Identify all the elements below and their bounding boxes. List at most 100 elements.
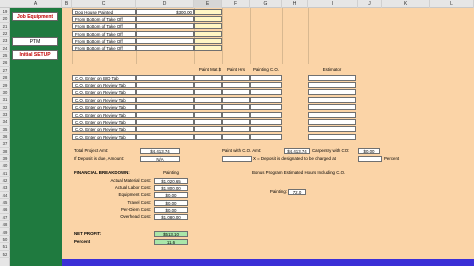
co-paint-mat-cell[interactable]	[194, 126, 222, 133]
co-amount-cell[interactable]	[136, 133, 194, 140]
row-number[interactable]: 23	[0, 37, 10, 45]
co-painting-cell[interactable]	[250, 82, 282, 89]
selected-column-cell[interactable]	[194, 30, 222, 37]
col-header-h[interactable]: H	[282, 0, 308, 8]
col-header-k[interactable]: K	[382, 0, 430, 8]
row-number[interactable]: 31	[0, 96, 10, 104]
co-estimator-cell[interactable]	[308, 89, 356, 96]
row-number[interactable]: 45	[0, 199, 10, 207]
item-label-cell[interactable]: From Bottom of Take Off	[72, 38, 136, 44]
deposit-percent-value[interactable]	[358, 155, 382, 162]
selected-column-cell[interactable]	[194, 23, 222, 30]
col-header-b[interactable]: B	[62, 0, 72, 8]
col-header-j[interactable]: J	[358, 0, 382, 8]
co-paint-hrs-cell[interactable]	[222, 82, 250, 89]
selected-column-cell[interactable]	[194, 8, 222, 15]
co-painting-cell[interactable]	[250, 104, 282, 111]
co-label-cell[interactable]: C.O. Enter on Review Tab	[72, 89, 136, 96]
paint-with-co-value[interactable]: $4,413.74	[284, 148, 310, 155]
col-header-e[interactable]: E	[194, 0, 222, 8]
col-header-i[interactable]: I	[308, 0, 358, 8]
row-number[interactable]: 27	[0, 67, 10, 75]
co-painting-cell[interactable]	[250, 133, 282, 140]
row-number[interactable]: 49	[0, 229, 10, 236]
row-number[interactable]: 21	[0, 23, 10, 31]
net-profit-value[interactable]: $513.10	[154, 230, 188, 237]
co-paint-hrs-cell[interactable]	[222, 89, 250, 96]
item-label-cell[interactable]: From Bottom of Take Off	[72, 45, 136, 52]
co-label-cell[interactable]: C.O. Enter on Review Tab	[72, 118, 136, 125]
co-amount-cell[interactable]	[136, 104, 194, 111]
col-header-c[interactable]: C	[72, 0, 136, 8]
co-painting-cell[interactable]	[250, 118, 282, 125]
co-paint-mat-cell[interactable]	[194, 74, 222, 81]
co-paint-hrs-cell[interactable]	[222, 111, 250, 118]
item-label-cell[interactable]: From Bottom of Take Off	[72, 30, 136, 37]
row-number[interactable]: 48	[0, 221, 10, 229]
financial-row-value[interactable]: $1,080.00	[154, 214, 188, 221]
row-number[interactable]: 43	[0, 184, 10, 192]
co-paint-mat-cell[interactable]	[194, 104, 222, 111]
co-amount-cell[interactable]	[136, 111, 194, 118]
co-paint-hrs-cell[interactable]	[222, 126, 250, 133]
row-number[interactable]: 37	[0, 140, 10, 148]
co-estimator-cell[interactable]	[308, 118, 356, 125]
row-number[interactable]: 25	[0, 52, 10, 60]
item-value-cell[interactable]	[136, 15, 194, 22]
col-header-g[interactable]: G	[250, 0, 282, 8]
co-label-cell[interactable]: C.O. Enter on Review Tab	[72, 96, 136, 103]
co-paint-hrs-cell[interactable]	[222, 104, 250, 111]
co-paint-mat-cell[interactable]	[194, 118, 222, 125]
co-label-cell[interactable]: C.O. Enter on Review Tab	[72, 133, 136, 140]
row-number[interactable]: 36	[0, 133, 10, 141]
item-value-cell[interactable]	[136, 45, 194, 52]
row-number[interactable]: 39	[0, 155, 10, 163]
row-number[interactable]: 47	[0, 214, 10, 222]
co-amount-cell[interactable]	[136, 89, 194, 96]
co-label-cell[interactable]: C.O. Enter on BID Tab	[72, 74, 136, 81]
co-estimator-cell[interactable]	[308, 96, 356, 103]
row-number[interactable]: 20	[0, 15, 10, 23]
co-estimator-cell[interactable]	[308, 82, 356, 89]
col-header-f[interactable]: F	[222, 0, 250, 8]
row-number[interactable]: 38	[0, 148, 10, 155]
co-amount-cell[interactable]	[136, 74, 194, 81]
net-profit-percent-value[interactable]: 11.6	[154, 239, 188, 246]
co-painting-cell[interactable]	[250, 96, 282, 103]
co-paint-hrs-cell[interactable]	[222, 96, 250, 103]
co-estimator-cell[interactable]	[308, 104, 356, 111]
item-value-cell[interactable]	[136, 30, 194, 37]
co-estimator-cell[interactable]	[308, 126, 356, 133]
item-label-cell[interactable]: From Bottom of Take Off	[72, 15, 136, 22]
co-paint-mat-cell[interactable]	[194, 133, 222, 140]
co-amount-cell[interactable]	[136, 82, 194, 89]
co-label-cell[interactable]: C.O. Enter on Review Tab	[72, 126, 136, 133]
co-paint-hrs-cell[interactable]	[222, 74, 250, 81]
row-number[interactable]: 33	[0, 111, 10, 119]
total-project-value[interactable]: $4,413.74	[140, 148, 180, 155]
col-header-l[interactable]: L	[430, 0, 474, 8]
co-amount-cell[interactable]	[136, 96, 194, 103]
co-label-cell[interactable]: C.O. Enter on Review Tab	[72, 82, 136, 89]
col-header-d[interactable]: D	[136, 0, 194, 8]
row-number[interactable]: 44	[0, 192, 10, 200]
financial-row-value[interactable]: $0.00	[154, 192, 188, 199]
deposit-value[interactable]: N/A	[140, 155, 180, 162]
financial-row-value[interactable]: $0.00	[154, 199, 188, 206]
deposit-percent-input[interactable]	[222, 155, 252, 162]
row-number[interactable]: 24	[0, 45, 10, 53]
co-estimator-cell[interactable]	[308, 74, 356, 81]
row-number[interactable]: 19	[0, 8, 10, 16]
ptm-button[interactable]: PTM	[12, 37, 58, 46]
item-value-cell[interactable]	[136, 38, 194, 44]
selected-column-cell[interactable]	[194, 38, 222, 44]
row-number[interactable]: 42	[0, 177, 10, 185]
co-label-cell[interactable]: C.O. Enter on Review Tab	[72, 104, 136, 111]
job-equipment-button[interactable]: Job Equipment	[12, 12, 58, 21]
bonus-painting-value[interactable]: 72.0	[288, 188, 306, 195]
co-painting-cell[interactable]	[250, 89, 282, 96]
co-painting-cell[interactable]	[250, 74, 282, 81]
row-number[interactable]: 46	[0, 206, 10, 214]
row-number[interactable]: 32	[0, 104, 10, 111]
financial-row-value[interactable]: $0.00	[154, 207, 188, 214]
